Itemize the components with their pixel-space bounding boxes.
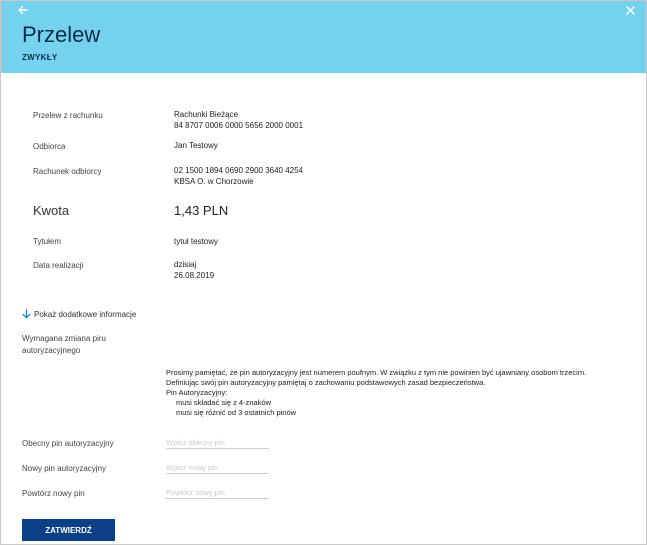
pin-security-notice: Prosimy pamiętać, że pin autoryzacyjny j…	[166, 368, 641, 418]
transfer-title-label: Tytułem	[33, 237, 62, 246]
close-icon[interactable]	[622, 4, 638, 20]
new-pin-label: Nowy pin autoryzacyjny	[22, 464, 107, 473]
execution-date-date: 26.08.2019	[174, 271, 215, 280]
arrow-left-icon[interactable]	[17, 4, 33, 20]
repeat-pin-input[interactable]	[166, 486, 269, 499]
from-account-label: Przelew z rachunku	[33, 111, 103, 120]
execution-date-relative: dzisiaj	[174, 260, 197, 269]
amount-label: Kwota	[33, 203, 70, 218]
recipient-label: Odbiorca	[33, 142, 66, 151]
transfer-title-value: tytuł testowy	[174, 237, 219, 246]
arrow-down-icon	[22, 309, 31, 319]
execution-date-value: dzisiaj 26.08.2019	[174, 259, 214, 281]
current-pin-input[interactable]	[166, 436, 269, 449]
recipient-account-value: 02 1500 1894 0690 2900 3640 4254 KBSA O.…	[174, 165, 303, 187]
pin-rule-length: musi składać się z 4-znaków	[176, 398, 272, 407]
from-account-number: 84 8707 0006 0000 5656 2000 0001	[174, 121, 304, 130]
notice-line-1: Prosimy pamiętać, że pin autoryzacyjny j…	[166, 368, 587, 377]
amount-value: 1,43 PLN	[174, 203, 229, 218]
dialog-header: Przelew ZWYKŁY	[1, 1, 646, 73]
pin-change-required-label: Wymagana zmiana piru autoryzacyjnego	[22, 334, 106, 355]
page-subtitle: ZWYKŁY	[22, 53, 58, 62]
recipient-bank-name: KBSA O. w Chorzowie	[174, 177, 254, 186]
execution-date-label: Data realizacji	[33, 261, 84, 270]
recipient-account-number: 02 1500 1894 0690 2900 3640 4254	[174, 166, 304, 175]
new-pin-input[interactable]	[166, 461, 269, 474]
pin-rule-history: musi się różnić od 3 ostatnich pinów	[176, 408, 297, 417]
show-more-info-link[interactable]: Pokaż dodatkowe informacje	[22, 309, 136, 319]
current-pin-label: Obecny pin autoryzacyjny	[22, 439, 114, 448]
recipient-account-label: Rachunek odbiorcy	[33, 167, 102, 176]
notice-line-2: Definiując swój pin autoryzacyjny pamięt…	[166, 378, 486, 387]
confirm-button[interactable]: ZATWIERDŹ	[22, 519, 115, 541]
from-account-value: Rachunki Bieżące 84 8707 0006 0000 5656 …	[174, 109, 303, 131]
notice-line-3: Pin Autoryzacyjny:	[166, 388, 228, 397]
from-account-name: Rachunki Bieżące	[174, 110, 239, 119]
page-title: Przelew	[22, 22, 101, 47]
show-more-info-label: Pokaż dodatkowe informacje	[34, 309, 137, 319]
recipient-value: Jan Testowy	[174, 141, 218, 150]
transfer-dialog: Przelew ZWYKŁY Przelew z rachunku Rachun…	[0, 0, 647, 545]
repeat-pin-label: Powtórz nowy pin	[22, 489, 85, 498]
